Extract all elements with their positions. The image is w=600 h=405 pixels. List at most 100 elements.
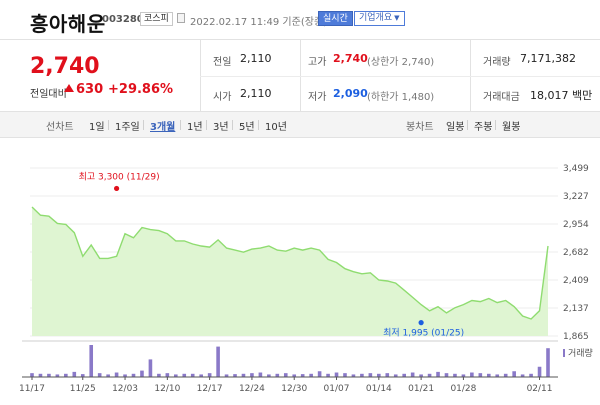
volume-bar — [334, 372, 339, 377]
low-annotation-label: 최저 1,995 (01/25) — [383, 328, 464, 339]
tab-1w[interactable]: 1주일 — [115, 118, 140, 133]
open-label: 시가 — [213, 92, 232, 103]
volume-bar — [410, 372, 415, 377]
y-tick-label: 2,682 — [563, 248, 589, 258]
stock-header: 흥아해운 003280 코스피 2022.02.17 11:49 기준(장중) … — [0, 0, 600, 40]
x-tick-label: 01/21 — [408, 384, 434, 394]
period-tab-bar: 선차트 1일 1주일 3개월 1년 3년 5년 10년 봉차트 일봉 주봉 월봉 — [0, 112, 600, 138]
tab-1y[interactable]: 1년 — [187, 118, 203, 133]
volume-bar — [317, 371, 322, 377]
volume-bar — [444, 373, 449, 377]
volume-bar — [436, 371, 440, 377]
divider — [232, 120, 233, 130]
x-tick-label: 11/25 — [70, 384, 96, 394]
lower-limit-text: (하한가 1,480) — [367, 92, 435, 103]
x-axis-ticks: 11/17 11/25 12/03 12/10 12/17 12/24 12/30 01/07… — [19, 377, 553, 394]
volume-bar — [537, 366, 542, 377]
volume-bar — [140, 370, 144, 377]
company-info-dropdown[interactable]: 기업개요 ▼ — [354, 11, 405, 26]
timestamp: 2022.02.17 11:49 기준(장중) — [190, 17, 328, 28]
tab-3m[interactable]: 3개월 — [150, 118, 175, 133]
price-info-panel: 2,740 전일대비 630 +29.86% 전일 2,110 시가 2,110… — [0, 40, 600, 112]
trade-amount-value: 18,017 백만 — [530, 89, 593, 102]
volume-bar — [385, 373, 390, 377]
realtime-button[interactable]: 실시간 — [318, 11, 353, 26]
high-label: 고가 — [308, 57, 327, 68]
y-tick-label: 2,137 — [563, 304, 589, 314]
x-tick-label: 01/14 — [366, 384, 392, 394]
document-icon — [177, 13, 185, 23]
tab-10y[interactable]: 10년 — [265, 118, 287, 133]
y-tick-label: 1,865 — [563, 332, 589, 342]
volume-bar — [368, 373, 373, 377]
chevron-down-icon: ▼ — [394, 14, 400, 22]
volume-bar — [470, 372, 474, 377]
x-tick-label: 12/03 — [112, 384, 138, 394]
volume-bar — [89, 345, 94, 377]
y-tick-label: 3,227 — [563, 192, 589, 202]
tab-5y[interactable]: 5년 — [239, 118, 255, 133]
x-tick-label: 12/10 — [154, 384, 180, 394]
y-tick-label: 3,499 — [563, 164, 589, 174]
tab-3y[interactable]: 3년 — [213, 118, 229, 133]
volume-legend-label: 거래량 — [568, 347, 593, 359]
prev-close-value: 2,110 — [240, 52, 272, 65]
tab-monthly-candle[interactable]: 월봉 — [502, 118, 520, 133]
low-value: 2,090 — [333, 87, 368, 100]
up-arrow-icon — [64, 84, 74, 92]
company-info-label: 기업개요 — [359, 13, 393, 23]
x-tick-label: 12/30 — [281, 384, 307, 394]
upper-limit-text: (상한가 2,740) — [367, 57, 435, 68]
volume-bar — [512, 371, 516, 377]
line-chart-label: 선차트 — [46, 122, 74, 133]
tab-1d[interactable]: 1일 — [89, 118, 105, 133]
volume-value: 7,171,382 — [520, 52, 576, 65]
current-price: 2,740 — [30, 54, 100, 79]
volume-bar — [72, 371, 77, 377]
x-tick-label: 01/28 — [450, 384, 476, 394]
volume-label: 거래량 — [483, 57, 511, 68]
volume-bar — [478, 373, 483, 377]
volume-legend: 거래량 — [563, 347, 593, 359]
y-tick-label: 2,954 — [563, 220, 589, 230]
x-tick-label: 01/07 — [324, 384, 350, 394]
divider — [258, 120, 259, 130]
change-percent: +29.86% — [108, 82, 174, 97]
divider — [206, 120, 207, 130]
volume-bar — [148, 359, 153, 377]
x-tick-label: 12/17 — [197, 384, 223, 394]
volume-bar — [114, 372, 119, 377]
volume-bar — [165, 373, 170, 377]
price-area-fill — [32, 207, 548, 336]
volume-bar — [283, 373, 288, 377]
high-point-marker — [113, 185, 120, 192]
volume-legend-swatch — [563, 349, 565, 357]
volume-bar — [546, 348, 550, 377]
price-chart: 3,499 3,227 2,954 2,682 2,409 2,137 1,865 최고 3… — [19, 164, 593, 394]
x-tick-label: 11/17 — [19, 384, 45, 394]
volume-bar — [258, 372, 263, 377]
stock-name: 흥아해운 — [30, 12, 106, 36]
y-axis-ticks: 3,499 3,227 2,954 2,682 2,409 2,137 1,865 — [563, 164, 589, 342]
trade-amount-label: 거래대금 — [483, 92, 520, 103]
prev-close-label: 전일 — [213, 57, 232, 68]
tab-daily-candle[interactable]: 일봉 — [446, 118, 464, 133]
x-tick-label: 02/11 — [527, 384, 553, 394]
low-label: 저가 — [308, 92, 327, 103]
market-badge: 코스피 — [140, 12, 173, 26]
volume-bar — [250, 373, 254, 377]
y-tick-label: 2,409 — [563, 276, 589, 286]
tab-weekly-candle[interactable]: 주봉 — [474, 118, 492, 133]
open-value: 2,110 — [240, 87, 272, 100]
volume-bar — [216, 346, 220, 377]
volume-bar — [30, 373, 34, 377]
stock-code: 003280 — [102, 14, 144, 25]
x-tick-label: 12/24 — [239, 384, 265, 394]
divider — [180, 120, 181, 130]
high-annotation-label: 최고 3,300 (11/29) — [79, 171, 160, 182]
change-value: 630 — [76, 82, 104, 97]
volume-bar — [207, 373, 212, 377]
candle-chart-label: 봉차트 — [406, 122, 434, 133]
divider — [108, 120, 109, 130]
volume-bars — [30, 345, 550, 377]
